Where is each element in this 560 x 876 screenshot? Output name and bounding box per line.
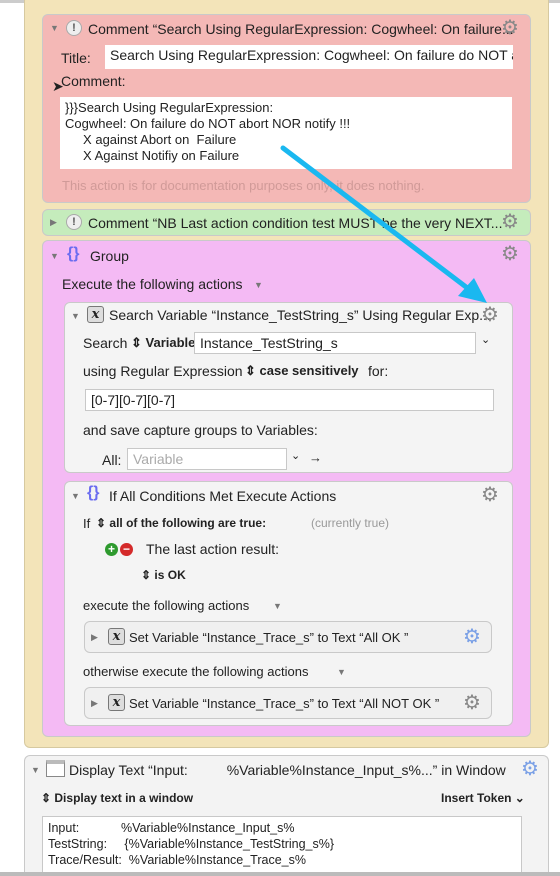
mouse-cursor-icon: ➤ xyxy=(52,78,64,94)
arrow-shaft xyxy=(280,145,473,293)
annotation-arrow xyxy=(280,145,487,303)
